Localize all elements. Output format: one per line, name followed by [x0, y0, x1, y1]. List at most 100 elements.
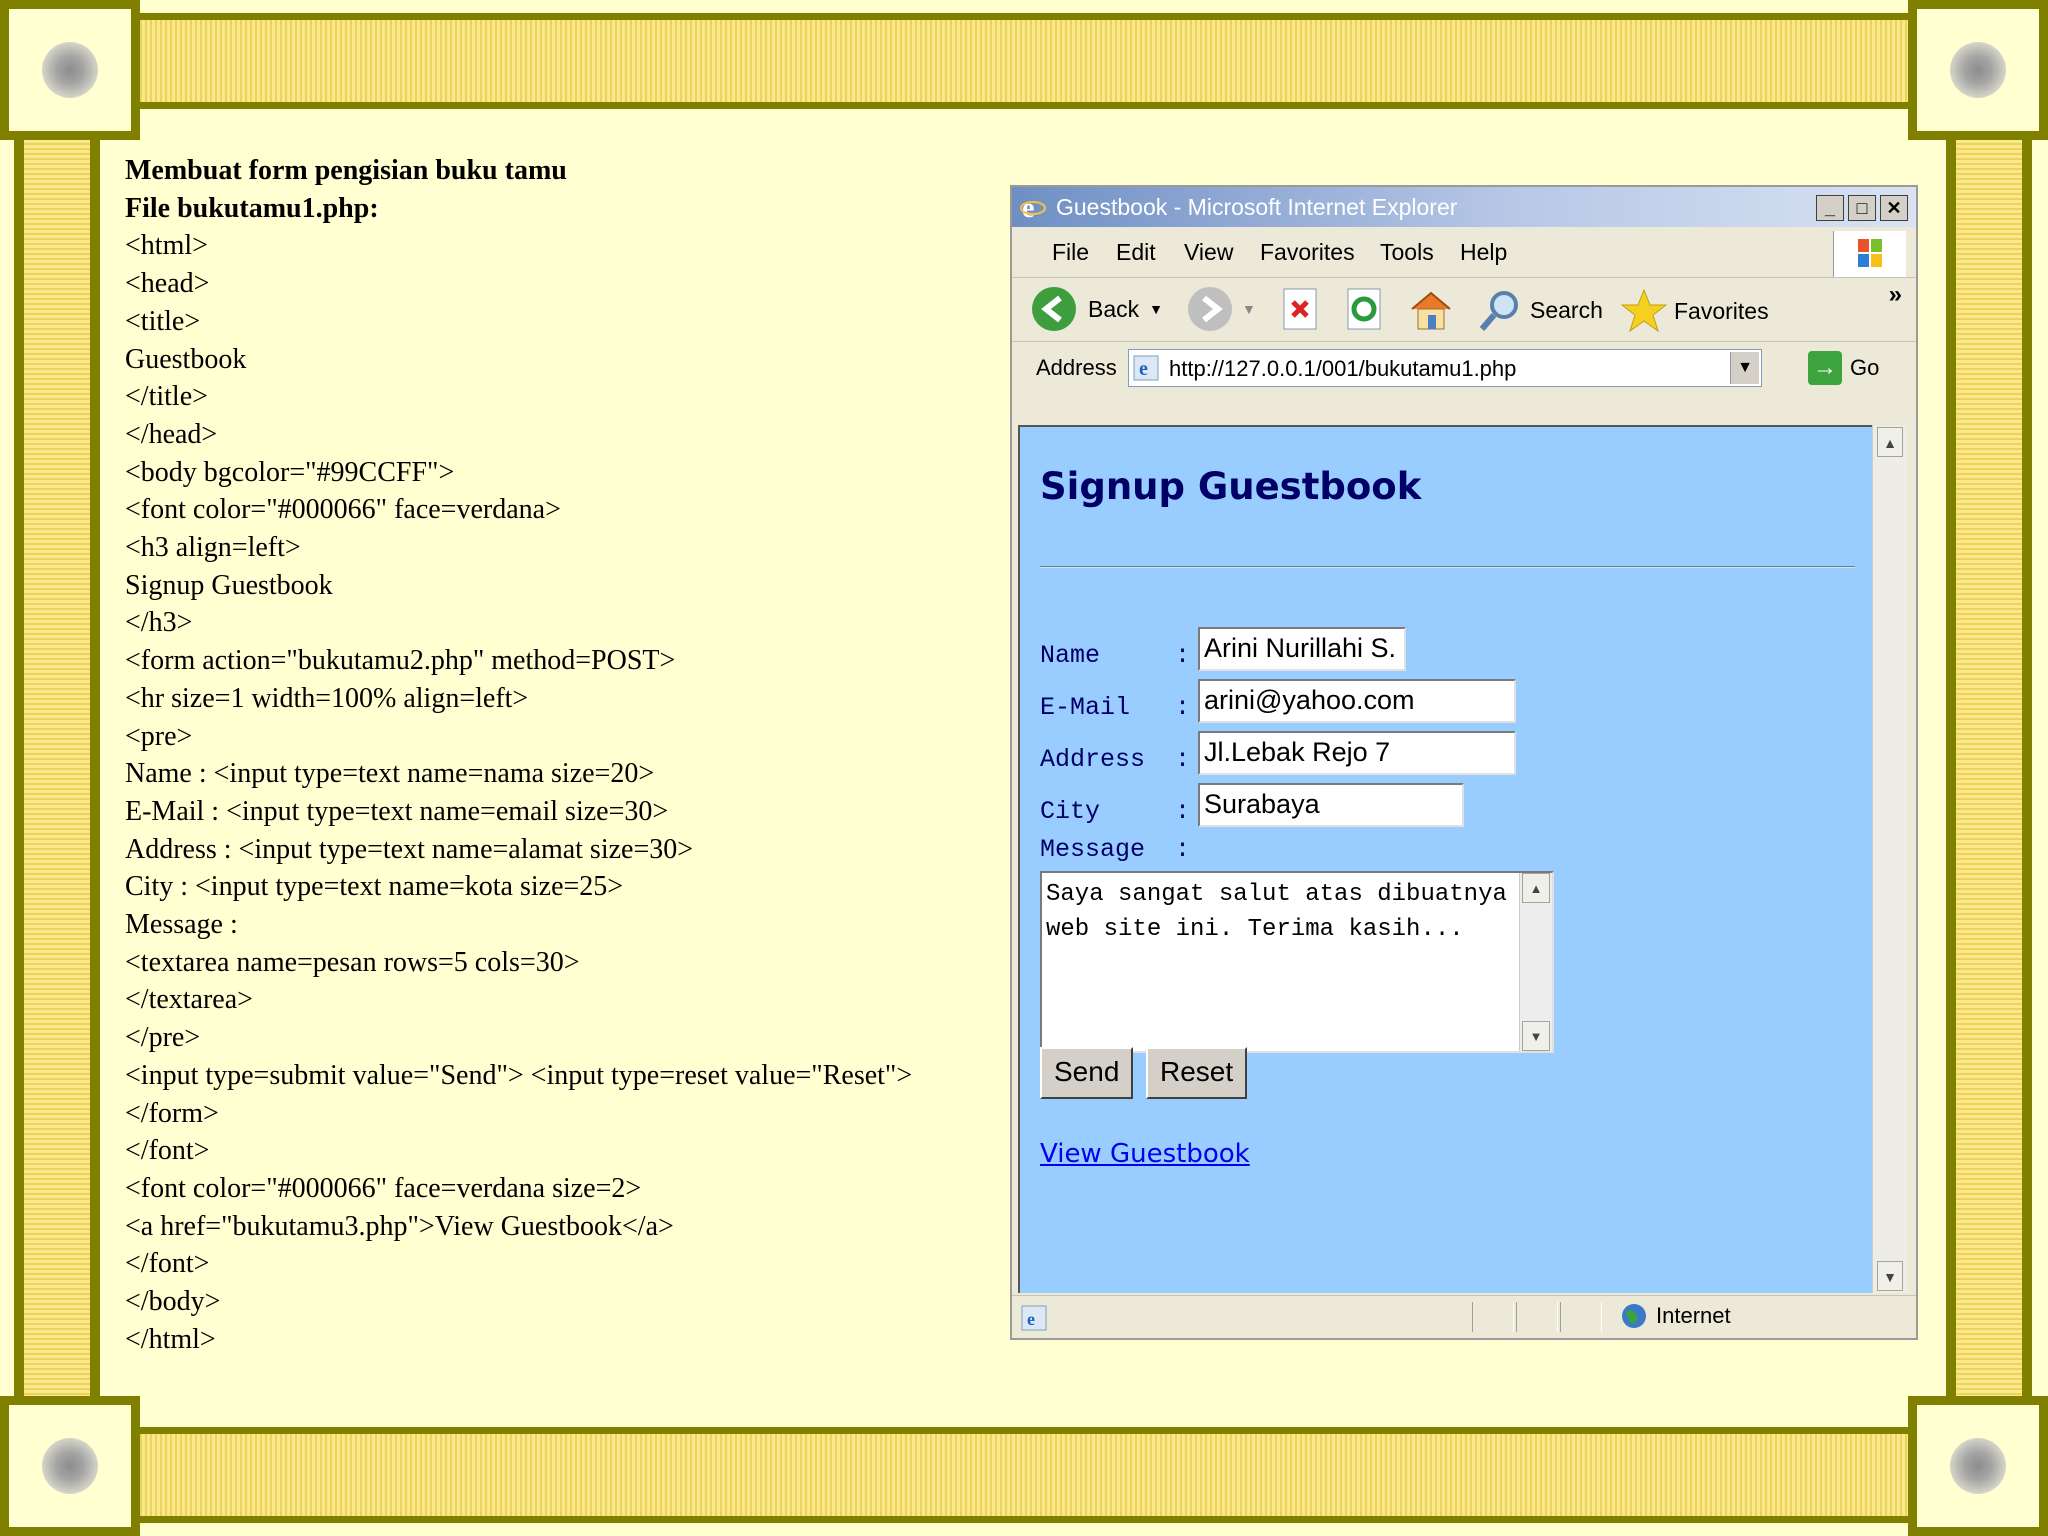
page-scroll-down-icon[interactable]: ▼ — [1877, 1261, 1903, 1291]
address-bar: Address e http://127.0.0.1/001/bukutamu1… — [1012, 343, 1916, 393]
status-segment — [1516, 1302, 1558, 1332]
back-button[interactable]: Back ▼ — [1032, 287, 1163, 331]
email-input[interactable]: arini@yahoo.com — [1198, 679, 1516, 723]
address-label: Address — [1036, 355, 1117, 380]
back-dropdown-icon[interactable]: ▼ — [1149, 301, 1163, 317]
code-line: </h3> — [125, 607, 193, 639]
window-title: Guestbook - Microsoft Internet Explorer — [1056, 194, 1458, 220]
favorites-button[interactable]: Favorites — [1620, 287, 1769, 335]
frame-left-band — [14, 140, 100, 1400]
globe-icon — [1622, 1304, 1646, 1328]
code-line: <textarea name=pesan rows=5 cols=30> — [125, 946, 580, 978]
code-listing: Membuat form pengisian buku tamu File bu… — [125, 152, 1005, 1359]
security-zone: Internet — [1620, 1302, 1731, 1330]
stop-icon — [1283, 288, 1317, 330]
refresh-button[interactable] — [1344, 287, 1384, 331]
go-label: Go — [1850, 355, 1880, 380]
status-page-icon: e — [1021, 1305, 1047, 1331]
stop-button[interactable] — [1280, 287, 1320, 331]
frame-corner-top-right — [1908, 0, 2048, 140]
code-line: <pre> — [125, 720, 193, 752]
code-line: <body bgcolor="#99CCFF"> — [125, 456, 455, 488]
name-input[interactable]: Arini Nurillahi S. P. — [1198, 627, 1406, 671]
menu-view[interactable]: View — [1184, 239, 1233, 266]
corner-knob-icon — [42, 1438, 98, 1494]
code-line: </head> — [125, 418, 218, 450]
page-icon: e — [1133, 355, 1159, 381]
ie-logo-icon: e — [1020, 193, 1046, 221]
home-icon — [1411, 291, 1451, 330]
code-line: <font color="#000066" face=verdana size=… — [125, 1172, 642, 1204]
address-url: http://127.0.0.1/001/bukutamu1.php — [1169, 356, 1517, 381]
code-line: </body> — [125, 1286, 221, 1318]
toolbar: Back ▼ ▼ Search Favorites » — [1012, 279, 1916, 342]
status-bar: e Internet — [1012, 1295, 1916, 1338]
menu-file[interactable]: File — [1052, 239, 1089, 266]
code-line: <head> — [125, 268, 210, 300]
horizontal-rule — [1040, 566, 1855, 568]
windows-flag-icon — [1833, 231, 1906, 277]
frame-right-band — [1946, 140, 2032, 1400]
menu-edit[interactable]: Edit — [1116, 239, 1156, 266]
reset-button[interactable]: Reset — [1146, 1047, 1248, 1099]
code-line: <html> — [125, 230, 208, 262]
code-line: <input type=submit value="Send"> <input … — [125, 1059, 913, 1091]
corner-knob-icon — [1950, 42, 2006, 98]
city-input[interactable]: Surabaya — [1198, 783, 1464, 827]
close-button[interactable]: ✕ — [1880, 195, 1908, 221]
code-line: </pre> — [125, 1022, 201, 1054]
message-text: Saya sangat salut atas dibuatnya web sit… — [1046, 881, 1522, 943]
textarea-scrollbar[interactable]: ▲ ▼ — [1519, 873, 1552, 1051]
forward-arrow-icon — [1188, 287, 1232, 331]
status-segment — [1472, 1302, 1514, 1332]
status-segment — [1560, 1302, 1602, 1332]
code-line: </font> — [125, 1135, 210, 1167]
send-button[interactable]: Send — [1040, 1047, 1134, 1099]
frame-corner-bottom-right — [1908, 1396, 2048, 1536]
address-dropdown-icon[interactable]: ▼ — [1730, 352, 1759, 384]
go-arrow-icon: → — [1808, 351, 1842, 385]
back-arrow-icon — [1032, 287, 1076, 331]
title-bar[interactable]: e Guestbook - Microsoft Internet Explore… — [1012, 187, 1916, 227]
frame-corner-top-left — [0, 0, 140, 140]
go-button[interactable]: → Go — [1808, 351, 1879, 385]
code-line: </form> — [125, 1097, 219, 1129]
email-label: E-Mail : — [1040, 693, 1191, 722]
city-label: City : — [1040, 797, 1191, 826]
search-button[interactable]: Search — [1476, 287, 1603, 333]
page-scroll-up-icon[interactable]: ▲ — [1877, 427, 1903, 457]
favorites-label: Favorites — [1674, 297, 1769, 324]
search-label: Search — [1530, 296, 1603, 323]
minimize-button[interactable]: _ — [1816, 195, 1844, 221]
page-scrollbar[interactable]: ▲ ▼ — [1872, 425, 1907, 1293]
code-line: Signup Guestbook — [125, 569, 333, 601]
code-line: <form action="bukutamu2.php" method=POST… — [125, 645, 676, 677]
code-line: Guestbook — [125, 343, 247, 375]
home-button[interactable] — [1408, 287, 1454, 333]
view-guestbook-link[interactable]: View Guestbook — [1040, 1139, 1250, 1169]
maximize-button[interactable]: □ — [1848, 195, 1876, 221]
frame-bottom-band — [130, 1427, 1918, 1523]
code-line: Address : <input type=text name=alamat s… — [125, 833, 694, 865]
code-line: <hr size=1 width=100% align=left> — [125, 682, 529, 714]
code-line: </font> — [125, 1248, 210, 1280]
message-textarea[interactable]: Saya sangat salut atas dibuatnya web sit… — [1040, 871, 1554, 1053]
message-label: Message : — [1040, 835, 1191, 864]
scroll-up-icon[interactable]: ▲ — [1522, 873, 1550, 903]
menu-bar: File Edit View Favorites Tools Help — [1012, 229, 1916, 278]
toolbar-overflow-chevron-icon[interactable]: » — [1889, 281, 1902, 309]
search-icon — [1479, 291, 1518, 331]
code-line: Name : <input type=text name=nama size=2… — [125, 758, 655, 790]
address-field-input[interactable]: Jl.Lebak Rejo 7 — [1198, 731, 1516, 775]
menu-help[interactable]: Help — [1460, 239, 1507, 266]
scroll-down-icon[interactable]: ▼ — [1522, 1021, 1550, 1051]
address-input[interactable]: e http://127.0.0.1/001/bukutamu1.php ▼ — [1128, 349, 1762, 387]
menu-tools[interactable]: Tools — [1380, 239, 1434, 266]
corner-knob-icon — [42, 42, 98, 98]
menu-favorites[interactable]: Favorites — [1260, 239, 1355, 266]
slide-heading: Membuat form pengisian buku tamu — [125, 155, 567, 186]
forward-button[interactable]: ▼ — [1188, 287, 1256, 331]
code-line: Message : — [125, 909, 238, 941]
svg-text:e: e — [1027, 1309, 1035, 1329]
code-line: <font color="#000066" face=verdana> — [125, 494, 561, 526]
